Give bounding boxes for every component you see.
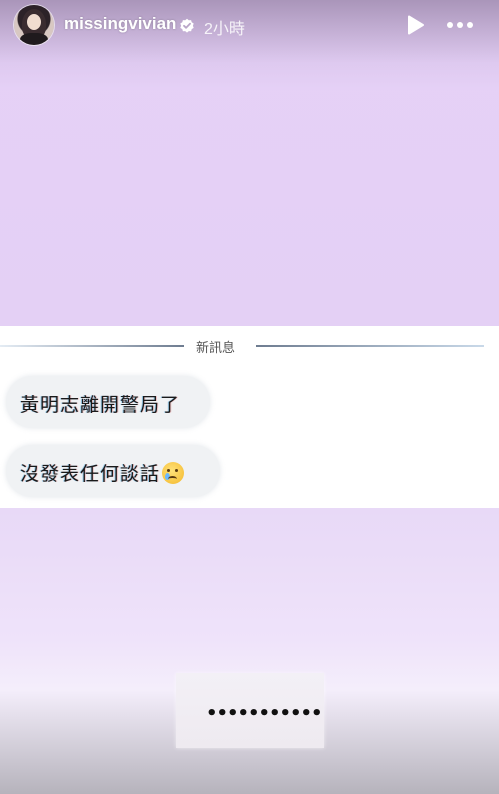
username-link[interactable]: missingvivian bbox=[64, 14, 176, 34]
play-icon[interactable] bbox=[404, 14, 426, 36]
verified-badge-icon bbox=[180, 18, 194, 33]
avatar[interactable] bbox=[14, 5, 54, 45]
more-options-icon[interactable] bbox=[446, 14, 474, 36]
caption-text: ••••••••••• bbox=[206, 703, 323, 724]
story-header: missingvivian 2小時 bbox=[0, 0, 499, 52]
message-bubble: 沒發表任何談話 bbox=[6, 445, 220, 497]
face-holding-back-tears-icon bbox=[162, 462, 185, 484]
caption-sticker: ••••••••••• bbox=[176, 673, 324, 748]
divider-line-left bbox=[0, 345, 184, 347]
avatar-body bbox=[20, 33, 48, 45]
divider-line-right bbox=[256, 345, 484, 347]
avatar-face bbox=[27, 14, 41, 30]
tear-drop bbox=[165, 473, 171, 480]
message-screenshot-panel: 新訊息 黃明志離開警局了 沒發表任何談話 bbox=[0, 326, 499, 508]
new-messages-divider: 新訊息 bbox=[0, 336, 499, 356]
story-viewer[interactable]: missingvivian 2小時 新訊息 黃明志離開警局了 沒發表任何談話 •… bbox=[0, 0, 499, 794]
message-text: 沒發表任何談話 bbox=[20, 463, 161, 485]
message-bubble: 黃明志離開警局了 bbox=[6, 376, 210, 428]
message-text-row: 沒發表任何談話 bbox=[20, 459, 185, 486]
message-text: 黃明志離開警局了 bbox=[20, 394, 181, 416]
divider-label: 新訊息 bbox=[196, 341, 236, 356]
post-time: 2小時 bbox=[204, 21, 245, 38]
